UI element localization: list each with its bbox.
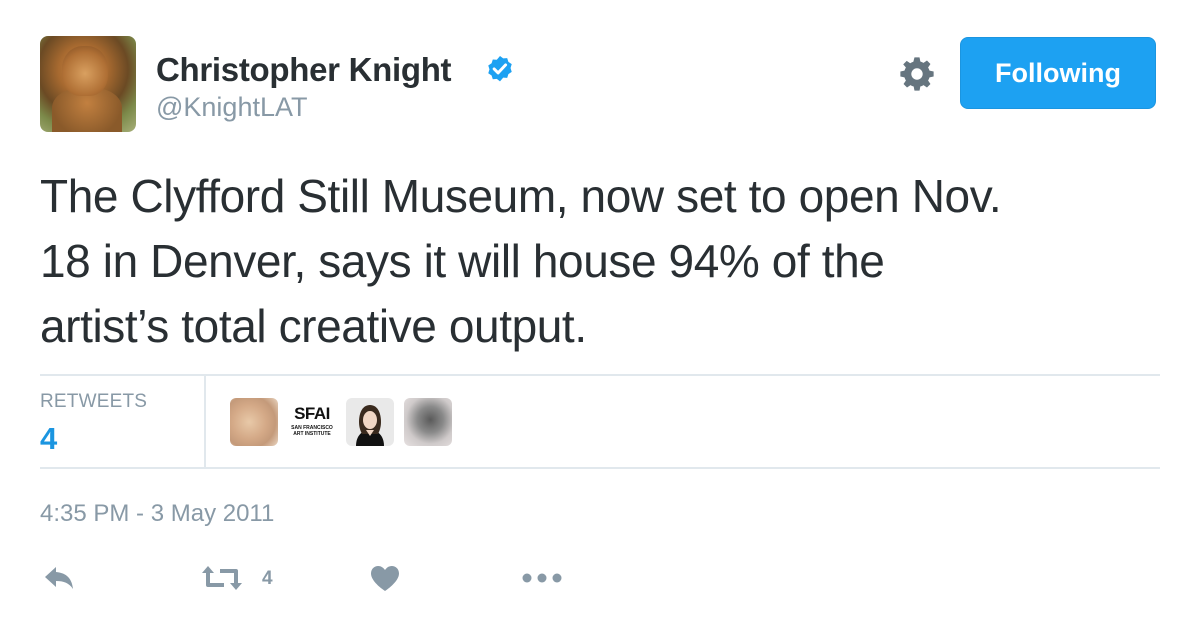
- retweeter-avatar-4[interactable]: [404, 398, 452, 446]
- retweeter-3-portrait: [356, 405, 384, 446]
- retweet-action-count: 4: [262, 568, 273, 589]
- sfai-subtext-line: ART INSTITUTE: [293, 431, 331, 437]
- verified-badge-icon: [488, 56, 512, 82]
- tweet-text-line: 18 in Denver, says it will house 94% of …: [40, 235, 885, 287]
- tweet-text: The Clyfford Still Museum, now set to op…: [40, 164, 1160, 359]
- following-button[interactable]: Following: [960, 37, 1156, 109]
- tweet-text-line: The Clyfford Still Museum, now set to op…: [40, 170, 1002, 222]
- author-name[interactable]: Christopher Knight: [156, 51, 452, 89]
- stats-top-divider: [40, 374, 1160, 376]
- retweeter-avatar-sfai[interactable]: SFAI SAN FRANCISCO ART INSTITUTE: [288, 398, 336, 446]
- retweets-label: RETWEETS: [40, 391, 148, 412]
- tweet-timestamp[interactable]: 4:35 PM - 3 May 2011: [40, 500, 274, 528]
- reply-icon[interactable]: [42, 563, 76, 593]
- stats-vertical-divider: [204, 376, 206, 468]
- retweets-count[interactable]: 4: [40, 421, 57, 457]
- tweet-text-line: artist’s total creative output.: [40, 300, 587, 352]
- avatar-dog-head: [62, 46, 108, 96]
- stats-bottom-divider: [40, 467, 1160, 469]
- retweet-icon[interactable]: [200, 563, 244, 593]
- author-avatar[interactable]: [40, 36, 136, 132]
- sfai-logo-subtext: SAN FRANCISCO ART INSTITUTE: [288, 425, 336, 437]
- retweeter-avatar-3[interactable]: [346, 398, 394, 446]
- more-dots-icon[interactable]: [521, 569, 563, 587]
- retweeter-avatar-1[interactable]: [230, 398, 278, 446]
- sfai-logo-text: SFAI: [294, 404, 330, 423]
- author-handle[interactable]: @KnightLAT: [156, 92, 307, 123]
- heart-icon[interactable]: [369, 563, 401, 593]
- gear-icon[interactable]: [898, 55, 936, 93]
